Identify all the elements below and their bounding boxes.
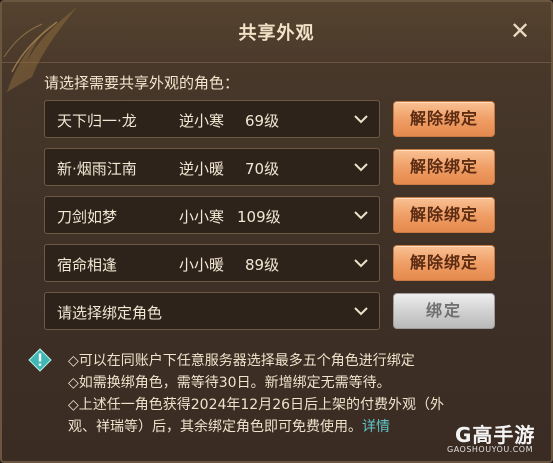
note-line: ◇如需换绑角色，需等待30日。新增绑定无需等待。 xyxy=(68,375,391,391)
role-level: 109级 xyxy=(237,208,281,226)
note-line: ◇上述任一角色获得2024年12月26日后上架的付费外观（外 xyxy=(68,397,445,413)
role-select[interactable]: 刀剑如梦 小小寒 109级 xyxy=(44,196,380,234)
chevron-down-icon xyxy=(354,307,368,316)
chevron-down-icon xyxy=(354,163,368,172)
note-line: ◇可以在同账户下任意服务器选择最多五个角色进行绑定 xyxy=(68,353,415,369)
role-server: 逆小寒 xyxy=(179,112,225,130)
select-prompt: 请选择需要共享外观的角色： xyxy=(44,74,240,92)
share-appearance-dialog: 共享外观 ✕ 请选择需要共享外观的角色： 天下归一·龙 逆小寒 69级 解除绑定… xyxy=(0,0,553,463)
dialog-title: 共享外观 xyxy=(238,23,315,44)
watermark-url: GAOSHOUYOU.COM xyxy=(447,445,534,454)
role-row: 宿命相逢 小小暖 89级 解除绑定 xyxy=(44,244,514,282)
role-level: 70级 xyxy=(245,160,280,178)
role-server: 小小暖 xyxy=(179,256,225,274)
unbind-button[interactable]: 解除绑定 xyxy=(393,149,495,185)
watermark: G高手游 GAOSHOUYOU.COM xyxy=(427,419,545,457)
note-text: 观、祥瑞等）后，其余绑定角色即可免费使用。 xyxy=(68,419,362,435)
role-select[interactable]: 请选择绑定角色 xyxy=(44,292,380,330)
role-row: 刀剑如梦 小小寒 109级 解除绑定 xyxy=(44,196,514,234)
close-icon[interactable]: ✕ xyxy=(507,18,533,44)
unbind-button[interactable]: 解除绑定 xyxy=(393,197,495,233)
bind-button[interactable]: 绑定 xyxy=(393,293,495,329)
role-select[interactable]: 天下归一·龙 逆小寒 69级 xyxy=(44,100,380,138)
role-row: 天下归一·龙 逆小寒 69级 解除绑定 xyxy=(44,100,514,138)
role-server: 小小寒 xyxy=(179,208,225,226)
role-row: 新·烟雨江南 逆小暖 70级 解除绑定 xyxy=(44,148,514,186)
role-name: 新·烟雨江南 xyxy=(57,160,137,178)
role-level: 89级 xyxy=(245,256,280,274)
unbind-button[interactable]: 解除绑定 xyxy=(393,101,495,137)
role-name: 刀剑如梦 xyxy=(57,208,118,226)
chevron-down-icon xyxy=(354,211,368,220)
chevron-down-icon xyxy=(354,259,368,268)
chevron-down-icon xyxy=(354,115,368,124)
watermark-brand: G高手游 xyxy=(455,423,536,447)
info-icon xyxy=(28,348,52,372)
unbind-button[interactable]: 解除绑定 xyxy=(393,245,495,281)
role-server: 逆小暖 xyxy=(179,160,225,178)
role-select[interactable]: 宿命相逢 小小暖 89级 xyxy=(44,244,380,282)
role-level: 69级 xyxy=(245,112,280,130)
role-name: 宿命相逢 xyxy=(57,256,118,274)
role-name: 天下归一·龙 xyxy=(57,112,137,130)
role-row-empty: 请选择绑定角色 绑定 xyxy=(44,292,514,330)
role-select[interactable]: 新·烟雨江南 逆小暖 70级 xyxy=(44,148,380,186)
details-link[interactable]: 详情 xyxy=(362,419,390,435)
role-select-placeholder: 请选择绑定角色 xyxy=(57,304,163,322)
